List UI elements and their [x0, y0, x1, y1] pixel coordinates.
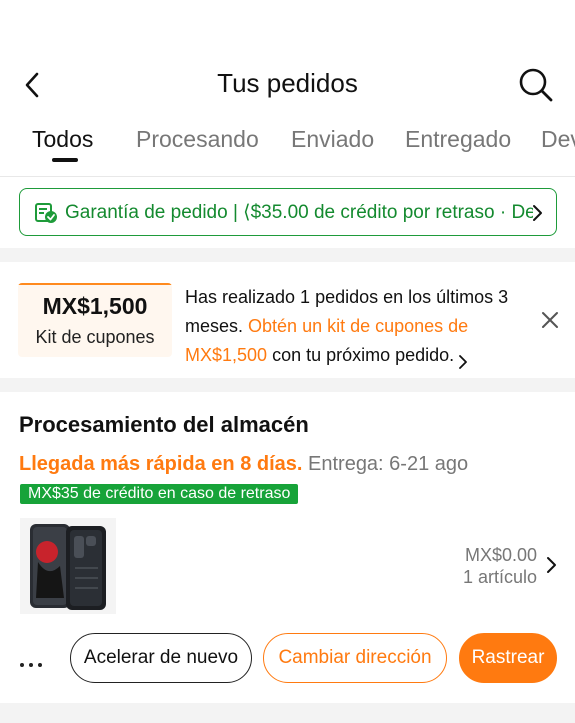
change-address-button[interactable]: Cambiar dirección: [263, 633, 447, 683]
tab-entregado[interactable]: Entregado: [405, 126, 511, 153]
accelerate-again-button[interactable]: Acelerar de nuevo: [70, 633, 252, 683]
coupon-message-suffix: con tu próximo pedido.: [267, 345, 455, 365]
order-item-count: 1 artículo: [462, 567, 537, 587]
coupon-kit-banner[interactable]: MX$1,500 Kit de cupones Has realizado 1 …: [0, 263, 575, 378]
delivery-fast-text: Llegada más rápida en 8 días.: [19, 453, 303, 475]
delivery-range-text: Entrega: 6-21 ago: [302, 453, 469, 475]
section-separator: [0, 248, 575, 262]
guarantee-text: Garantía de pedido | ⟨$35.00 de crédito …: [65, 202, 533, 223]
chevron-right-icon: [458, 349, 468, 370]
coupon-label: Kit de cupones: [35, 327, 155, 347]
product-thumbnail[interactable]: [20, 518, 116, 614]
coupon-card: MX$1,500 Kit de cupones: [18, 283, 172, 357]
delay-credit-badge: MX$35 de crédito en caso de retraso: [20, 484, 299, 504]
order-status-tabs: Todos Procesando Enviado Entregado Dev: [0, 122, 575, 172]
tab-procesando[interactable]: Procesando: [136, 126, 259, 153]
search-icon[interactable]: [517, 66, 555, 104]
coupon-amount: MX$1,500: [42, 293, 148, 319]
more-dots-icon[interactable]: [20, 654, 50, 667]
track-button[interactable]: Rastrear: [459, 633, 557, 683]
delivery-estimate: Llegada más rápida en 8 días. Entrega: 6…: [19, 453, 468, 476]
tab-devoluciones[interactable]: Dev: [541, 126, 575, 153]
section-separator: [0, 703, 575, 723]
chevron-right-icon: [530, 204, 544, 222]
close-icon[interactable]: [540, 310, 560, 330]
active-tab-indicator: [52, 158, 78, 162]
order-price-summary: MX$0.00 1 artículo: [463, 544, 537, 588]
back-arrow-icon[interactable]: [18, 70, 48, 100]
tab-enviado[interactable]: Enviado: [291, 126, 374, 153]
order-status: Procesamiento del almacén: [19, 412, 309, 437]
coupon-card-accent: [18, 283, 172, 285]
order-price: MX$0.00: [464, 545, 537, 565]
chevron-right-icon[interactable]: [545, 556, 557, 574]
coupon-message: Has realizado 1 pedidos en los últimos 3…: [185, 283, 525, 370]
shield-check-icon: [35, 202, 57, 224]
order-guarantee-banner[interactable]: Garantía de pedido | ⟨$35.00 de crédito …: [19, 188, 557, 236]
page-title: Tus pedidos: [217, 68, 358, 98]
top-app-bar: Tus pedidos: [0, 60, 575, 110]
tab-todos[interactable]: Todos: [32, 126, 93, 153]
order-card: Procesamiento del almacén Llegada más rá…: [0, 392, 575, 702]
section-separator: [0, 378, 575, 392]
tabs-divider: [0, 176, 575, 177]
